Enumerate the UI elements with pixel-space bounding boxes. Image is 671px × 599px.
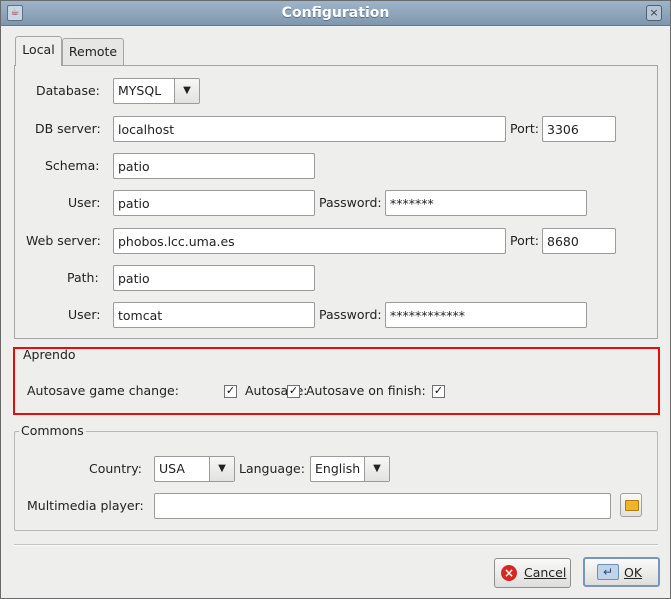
web-server-label: Web server: xyxy=(26,233,101,248)
path-label: Path: xyxy=(67,270,99,285)
db-port-label: Port: xyxy=(510,121,539,136)
autosave-on-finish-label: Autosave on finish: xyxy=(306,383,426,398)
web-password-label: Password: xyxy=(319,307,382,322)
ok-icon: ↵ xyxy=(597,564,619,580)
cancel-label: Cancel xyxy=(524,565,567,580)
country-label: Country: xyxy=(89,461,142,476)
password-label: Password: xyxy=(319,195,382,210)
web-user-label: User: xyxy=(68,307,101,322)
web-port-label: Port: xyxy=(510,233,539,248)
commons-legend: Commons xyxy=(19,423,86,438)
schema-input[interactable] xyxy=(113,153,315,179)
web-server-input[interactable] xyxy=(113,228,506,254)
cancel-button[interactable]: × Cancel xyxy=(494,558,571,588)
autosave-game-change-checkbox[interactable]: ✓ xyxy=(224,385,237,398)
chevron-down-icon[interactable]: ▼ xyxy=(209,457,234,481)
separator xyxy=(14,544,658,546)
autosave-game-change-label: Autosave game change: xyxy=(27,383,179,398)
chevron-down-icon[interactable]: ▼ xyxy=(364,457,389,481)
close-button[interactable]: × xyxy=(646,5,662,21)
autosave-on-finish-checkbox[interactable]: ✓ xyxy=(432,385,445,398)
language-select[interactable]: English ▼ xyxy=(310,456,390,482)
web-port-input[interactable] xyxy=(542,228,616,254)
configuration-dialog: ☕ Configuration × Local Remote Database:… xyxy=(0,0,671,599)
aprendo-group: Aprendo Autosave game change: ✓ Autosave… xyxy=(13,347,660,415)
titlebar: ☕ Configuration × xyxy=(1,1,670,26)
database-value: MYSQL xyxy=(118,83,162,98)
country-select[interactable]: USA ▼ xyxy=(154,456,235,482)
database-select[interactable]: MYSQL ▼ xyxy=(113,78,200,104)
tab-local[interactable]: Local xyxy=(15,36,62,66)
web-user-input[interactable] xyxy=(113,302,315,328)
aprendo-legend: Aprendo xyxy=(23,347,76,362)
user-input[interactable] xyxy=(113,190,315,216)
tab-remote[interactable]: Remote xyxy=(62,38,124,65)
password-input[interactable] xyxy=(385,190,587,216)
language-label: Language: xyxy=(239,461,305,476)
multimedia-player-label: Multimedia player: xyxy=(27,498,144,513)
commons-group: Commons Country: USA ▼ Language: English… xyxy=(14,424,658,531)
db-server-input[interactable] xyxy=(113,116,506,142)
ok-label: OK xyxy=(624,565,643,580)
local-tab-panel: Database: MYSQL ▼ DB server: Port: Schem… xyxy=(14,65,658,339)
language-value: English xyxy=(315,461,361,476)
autosave-checkbox[interactable]: ✓ xyxy=(287,385,300,398)
database-label: Database: xyxy=(36,83,100,98)
chevron-down-icon[interactable]: ▼ xyxy=(174,79,199,103)
web-password-input[interactable] xyxy=(385,302,587,328)
browse-folder-button[interactable] xyxy=(620,493,642,517)
path-input[interactable] xyxy=(113,265,315,291)
folder-icon xyxy=(625,500,639,511)
schema-label: Schema: xyxy=(45,158,100,173)
multimedia-player-input[interactable] xyxy=(154,493,611,519)
ok-button[interactable]: ↵ OK xyxy=(583,557,660,587)
user-label: User: xyxy=(68,195,101,210)
cancel-icon: × xyxy=(501,565,517,581)
db-port-input[interactable] xyxy=(542,116,616,142)
country-value: USA xyxy=(159,461,185,476)
window-title: Configuration xyxy=(281,5,390,21)
db-server-label: DB server: xyxy=(35,121,101,136)
